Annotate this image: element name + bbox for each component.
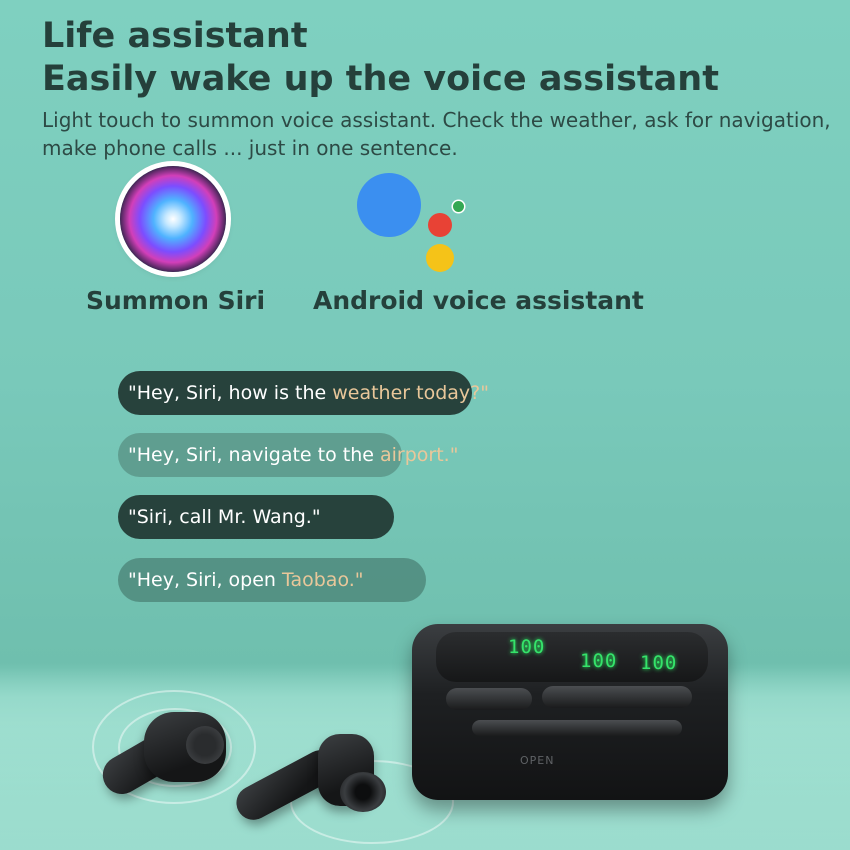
led-readout-mid: 100 <box>580 650 618 672</box>
phrase-text-highlight: airport." <box>379 444 459 466</box>
description-text: Light touch to summon voice assistant. C… <box>42 108 831 160</box>
earbud-left-touch-icon <box>186 726 224 764</box>
case-display-panel: 100 100 100 <box>436 632 708 682</box>
earbud-right-tip-icon <box>340 772 386 812</box>
case-earbud-slot-left <box>446 688 532 710</box>
siri-icon <box>120 166 226 272</box>
phrase-text: "Siri, call Mr. Wang." <box>128 506 321 528</box>
phrase-text-highlight: Taobao." <box>282 569 364 591</box>
phrase-bubble-airport: "Hey, Siri, navigate to the airport." <box>118 433 458 477</box>
phrase-text: "Hey, Siri, open <box>128 569 283 591</box>
phrase-bubble-call: "Siri, call Mr. Wang." <box>118 495 394 539</box>
case-earbud-slot-lower <box>472 720 682 736</box>
google-assistant-icon <box>355 170 470 275</box>
headline-subtitle: Easily wake up the voice assistant <box>42 59 719 99</box>
led-readout-left: 100 <box>508 636 546 658</box>
charging-case: 100 100 100 OPEN <box>412 624 728 800</box>
phrase-text-highlight: weather today?" <box>332 382 489 404</box>
phrase-bubble-taobao: "Hey, Siri, open Taobao." <box>118 558 426 602</box>
siri-label: Summon Siri <box>86 286 266 315</box>
case-earbud-slot-right <box>542 686 692 708</box>
phrase-text: "Hey, Siri, how is the <box>128 382 333 404</box>
android-assistant-label: Android voice assistant <box>313 286 644 315</box>
led-readout-right: 100 <box>640 652 678 674</box>
case-open-label: OPEN <box>520 754 555 767</box>
phrase-bubble-weather: "Hey, Siri, how is the weather today?" <box>118 371 489 415</box>
phrase-text: "Hey, Siri, navigate to the <box>128 444 380 466</box>
headline-title: Life assistant <box>42 16 308 56</box>
